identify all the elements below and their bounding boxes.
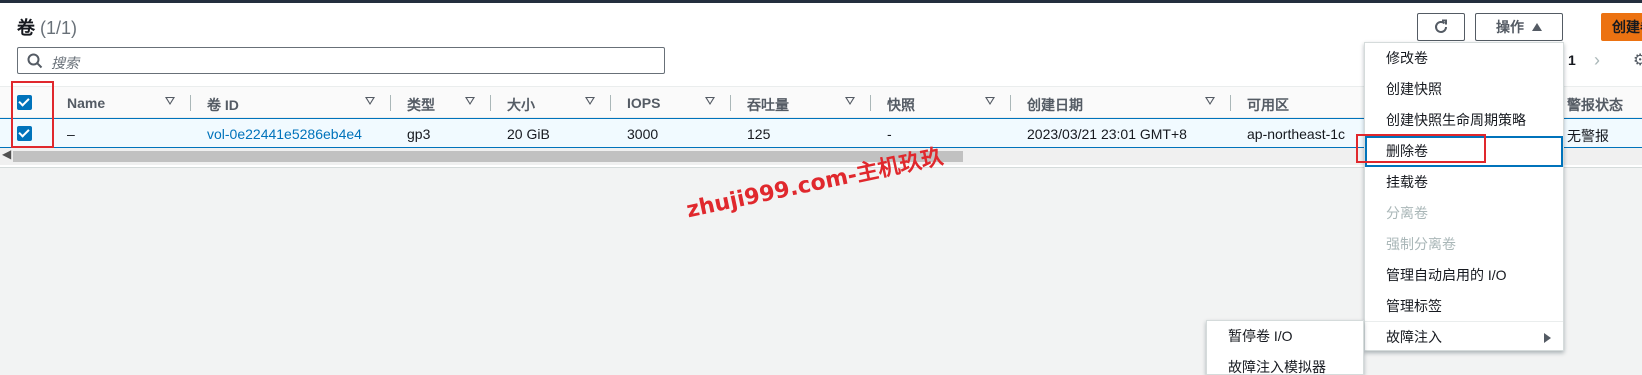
- cell-name: –: [67, 126, 75, 142]
- cell-size: 20 GiB: [507, 126, 550, 142]
- filter-icon[interactable]: [585, 97, 595, 105]
- page-title: 卷 (1/1): [17, 14, 77, 40]
- cell-alarm: 无警报: [1567, 128, 1609, 144]
- column-header-name[interactable]: Name: [67, 95, 105, 111]
- column-header-alarm[interactable]: 警报状态: [1567, 95, 1623, 115]
- column-header-created[interactable]: 创建日期: [1027, 95, 1083, 115]
- cell-throughput: 125: [747, 126, 771, 142]
- next-page-icon[interactable]: ›: [1594, 50, 1600, 71]
- page-title-text: 卷: [17, 18, 35, 38]
- menu-item-manage-tags[interactable]: 管理标签: [1365, 291, 1563, 322]
- filter-icon[interactable]: [845, 97, 855, 105]
- search-icon: [27, 53, 43, 69]
- filter-icon[interactable]: [985, 97, 995, 105]
- cell-created: 2023/03/21 23:01 GMT+8: [1027, 126, 1187, 142]
- selection-count: (1/1): [40, 18, 78, 38]
- gear-icon[interactable]: ⚙: [1633, 50, 1642, 70]
- submenu-item-pause-io[interactable]: 暂停卷 I/O: [1207, 321, 1363, 352]
- submenu-arrow-icon: [1544, 333, 1551, 343]
- menu-item-create-lifecycle-policy[interactable]: 创建快照生命周期策略: [1365, 105, 1563, 136]
- menu-item-manage-auto-io[interactable]: 管理自动启用的 I/O: [1365, 260, 1563, 291]
- refresh-icon: [1435, 19, 1447, 33]
- search-input[interactable]: 搜索: [17, 47, 665, 74]
- scroll-left-icon[interactable]: ◀: [2, 147, 11, 161]
- top-rule: [0, 0, 1642, 3]
- column-header-size[interactable]: 大小: [507, 95, 535, 115]
- filter-icon[interactable]: [465, 97, 475, 105]
- menu-item-create-snapshot[interactable]: 创建快照: [1365, 74, 1563, 105]
- cell-snapshot: -: [887, 126, 892, 142]
- column-header-type[interactable]: 类型: [407, 95, 435, 115]
- actions-menu: 修改卷 创建快照 创建快照生命周期策略 删除卷 挂载卷 分离卷 强制分离卷 管理…: [1364, 42, 1564, 351]
- menu-item-detach-volume: 分离卷: [1386, 205, 1428, 221]
- fault-injection-label: 故障注入: [1386, 329, 1442, 345]
- refresh-button[interactable]: [1417, 13, 1465, 41]
- column-header-volume-id[interactable]: 卷 ID: [207, 95, 239, 115]
- column-divider[interactable]: [730, 95, 731, 111]
- menu-item-force-detach-volume: 强制分离卷: [1386, 236, 1456, 252]
- column-header-iops[interactable]: IOPS: [627, 95, 660, 111]
- actions-button-label: 操作: [1496, 19, 1524, 35]
- create-volume-button[interactable]: 创建卷: [1601, 13, 1642, 41]
- filter-icon[interactable]: [1205, 97, 1215, 105]
- filter-icon[interactable]: [165, 97, 175, 105]
- menu-item-attach-volume[interactable]: 挂载卷: [1365, 167, 1563, 198]
- cell-az: ap-northeast-1c: [1247, 126, 1346, 142]
- column-header-throughput[interactable]: 吞吐量: [747, 95, 789, 115]
- column-divider[interactable]: [190, 95, 191, 111]
- menu-item-fault-injection[interactable]: 故障注入: [1365, 321, 1563, 352]
- caret-up-icon: [1532, 23, 1542, 31]
- cell-type: gp3: [407, 126, 431, 142]
- cell-volume-id-link[interactable]: vol-0e22441e5286eb4e4: [207, 126, 362, 142]
- annotation-box-delete: [1356, 134, 1486, 163]
- column-divider[interactable]: [490, 95, 491, 111]
- filter-icon[interactable]: [705, 97, 715, 105]
- column-divider[interactable]: [1230, 95, 1231, 111]
- column-header-az[interactable]: 可用区: [1247, 95, 1289, 115]
- column-divider[interactable]: [610, 95, 611, 111]
- column-divider[interactable]: [390, 95, 391, 111]
- column-header-snapshot[interactable]: 快照: [887, 95, 915, 115]
- actions-button[interactable]: 操作: [1475, 13, 1563, 41]
- annotation-box-checkboxes: [11, 81, 54, 148]
- submenu-item-fault-simulator[interactable]: 故障注入模拟器: [1207, 352, 1363, 375]
- cell-iops: 3000: [627, 126, 659, 142]
- scrollbar-thumb[interactable]: [13, 151, 963, 162]
- search-placeholder: 搜索: [51, 55, 79, 71]
- fault-injection-submenu: 暂停卷 I/O 故障注入模拟器: [1206, 320, 1364, 375]
- menu-item-modify-volume[interactable]: 修改卷: [1365, 43, 1563, 74]
- current-page[interactable]: 1: [1568, 52, 1576, 68]
- column-divider[interactable]: [870, 95, 871, 111]
- column-divider[interactable]: [1010, 95, 1011, 111]
- filter-icon[interactable]: [365, 97, 375, 105]
